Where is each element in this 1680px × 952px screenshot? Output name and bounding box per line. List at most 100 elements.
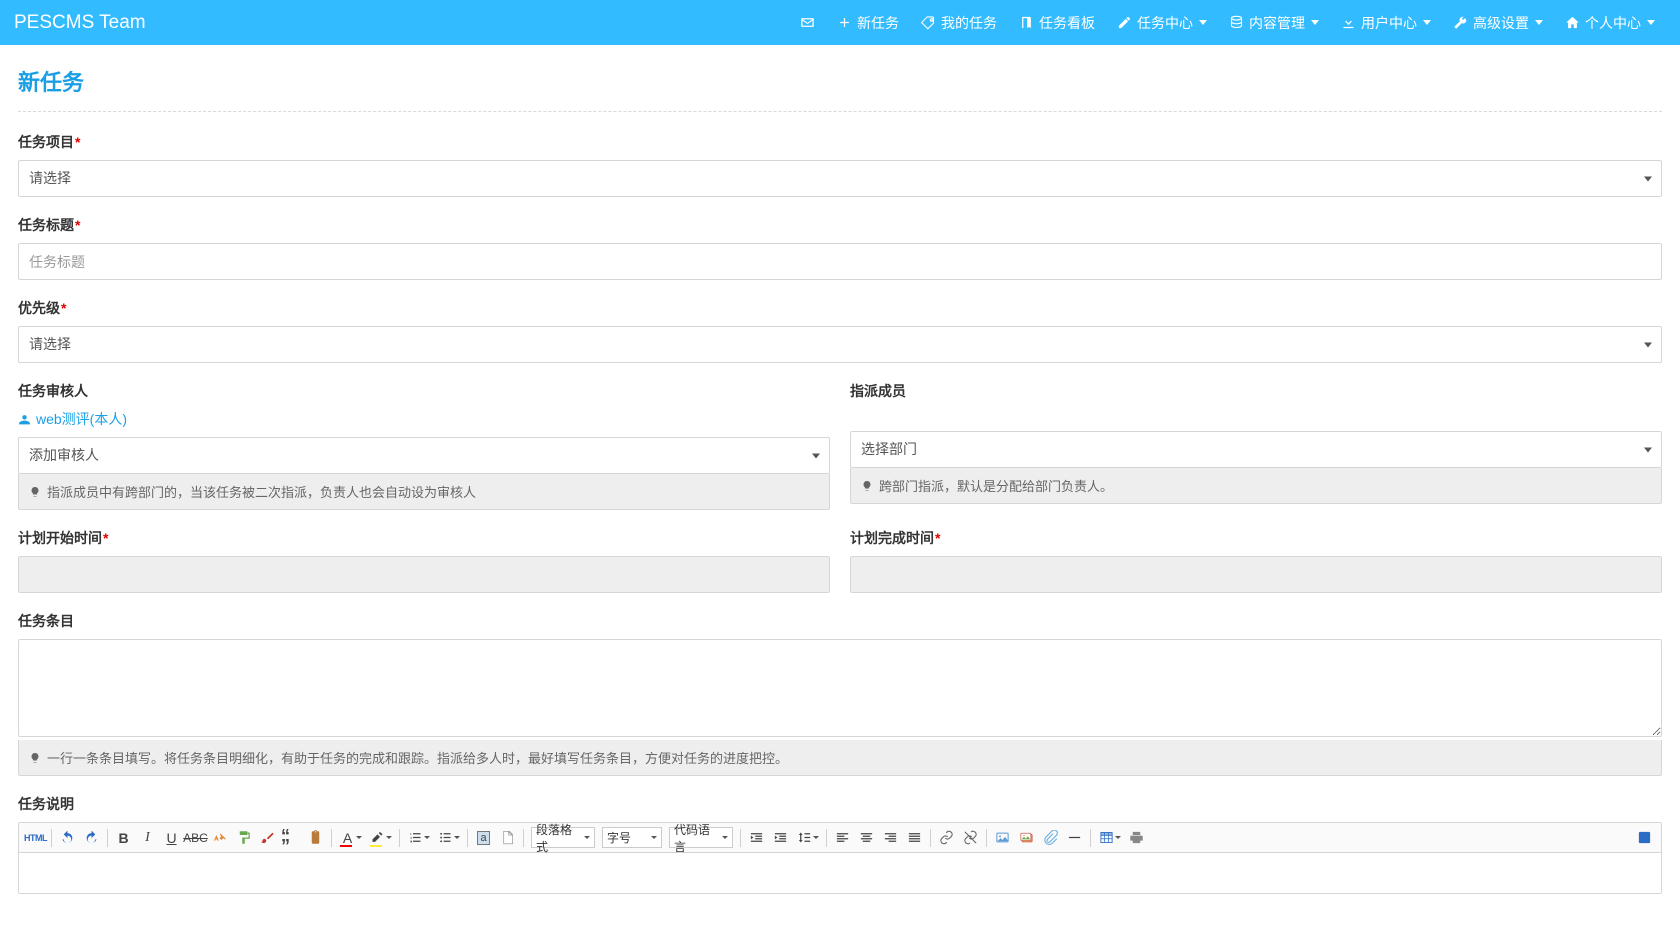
image-single-button[interactable] — [992, 827, 1013, 848]
bulb-icon — [29, 486, 41, 498]
nav-advanced-settings[interactable]: 高级设置 — [1442, 0, 1554, 45]
font-size-select[interactable]: 字号 — [602, 827, 662, 848]
format-painter-button[interactable] — [233, 827, 254, 848]
label-description: 任务说明 — [18, 794, 1662, 814]
items-hint: 一行一条条目填写。将任务条目明细化，有助于任务的完成和跟踪。指派给多人时，最好填… — [18, 740, 1662, 776]
align-left-button[interactable] — [832, 827, 853, 848]
bg-color-button[interactable] — [367, 827, 388, 848]
nav-label: 个人中心 — [1585, 13, 1641, 33]
label-items: 任务条目 — [18, 611, 1662, 631]
brush-button[interactable] — [257, 827, 278, 848]
nav-content-mgmt[interactable]: 内容管理 — [1218, 0, 1330, 45]
hint-text: 指派成员中有跨部门的，当该任务被二次指派，负责人也会自动设为审核人 — [47, 482, 476, 501]
chevron-down-icon — [1423, 20, 1431, 25]
brand: PESCMS Team — [14, 12, 146, 34]
nav-label: 用户中心 — [1361, 13, 1417, 33]
horizontal-rule-button[interactable] — [1064, 827, 1085, 848]
tags-icon — [921, 15, 936, 30]
reviewer-self-link[interactable]: web测评(本人) — [18, 409, 127, 429]
source-button[interactable]: HTML — [25, 827, 46, 848]
select-value: 段落格式 — [536, 821, 578, 855]
label-plan-end: 计划完成时间* — [850, 528, 1662, 548]
reviewer-link-text: web测评(本人) — [36, 409, 127, 429]
align-center-button[interactable] — [856, 827, 877, 848]
strikethrough-button[interactable]: ABC — [185, 827, 206, 848]
nav-label: 我的任务 — [941, 13, 997, 33]
toolbar-separator — [331, 829, 332, 847]
home-icon — [1565, 15, 1580, 30]
bold-button[interactable]: B — [113, 827, 134, 848]
link-button[interactable] — [936, 827, 957, 848]
required-asterisk: * — [103, 530, 108, 546]
fullscreen-button[interactable] — [1634, 827, 1655, 848]
label-text: 任务项目 — [18, 134, 74, 150]
toolbar-separator — [51, 829, 52, 847]
unordered-list-button[interactable] — [435, 827, 456, 848]
nav-user-center[interactable]: 用户中心 — [1330, 0, 1442, 45]
select-value: 请选择 — [29, 161, 1631, 196]
table-button[interactable] — [1096, 827, 1117, 848]
label-text: 计划开始时间 — [18, 530, 102, 546]
title-input[interactable] — [18, 243, 1662, 280]
select-value: 选择部门 — [861, 432, 1631, 467]
label-text: 任务说明 — [18, 796, 74, 812]
font-color-button[interactable]: A — [337, 827, 358, 848]
plan-start-input[interactable] — [18, 556, 830, 593]
indent-left-button[interactable] — [746, 827, 767, 848]
label-plan-start: 计划开始时间* — [18, 528, 830, 548]
wrench-icon — [1453, 15, 1468, 30]
nav-label: 任务看板 — [1039, 13, 1095, 33]
chevron-down-icon — [1647, 20, 1655, 25]
paste-button[interactable] — [305, 827, 326, 848]
plan-end-input[interactable] — [850, 556, 1662, 593]
project-select[interactable]: 请选择 — [18, 160, 1662, 197]
nav-task-board[interactable]: 任务看板 — [1008, 0, 1106, 45]
code-lang-select[interactable]: 代码语言 — [669, 827, 733, 848]
rich-editor: HTML B I U ABC “ ” A — [18, 822, 1662, 894]
label-text: 任务条目 — [18, 613, 74, 629]
priority-select[interactable]: 请选择 — [18, 326, 1662, 363]
nav-label: 内容管理 — [1249, 13, 1305, 33]
quote-button[interactable]: “ ” — [281, 827, 302, 848]
attachment-button[interactable] — [1040, 827, 1061, 848]
plus-icon — [837, 15, 852, 30]
editor-toolbar: HTML B I U ABC “ ” A — [19, 823, 1661, 853]
undo-button[interactable] — [57, 827, 78, 848]
line-height-button[interactable] — [794, 827, 815, 848]
align-right-button[interactable] — [880, 827, 901, 848]
select-all-button[interactable]: a — [473, 827, 494, 848]
dept-select[interactable]: 选择部门 — [850, 431, 1662, 468]
ordered-list-button[interactable] — [405, 827, 426, 848]
label-text: 计划完成时间 — [850, 530, 934, 546]
items-textarea[interactable] — [18, 639, 1662, 737]
italic-button[interactable]: I — [137, 827, 158, 848]
print-button[interactable] — [1126, 827, 1147, 848]
add-reviewer-select[interactable]: 添加审核人 — [18, 437, 830, 474]
nav-task-center[interactable]: 任务中心 — [1106, 0, 1218, 45]
image-multi-button[interactable] — [1016, 827, 1037, 848]
label-text: 指派成员 — [850, 383, 906, 399]
editor-body[interactable] — [19, 853, 1661, 893]
reviewer-hint: 指派成员中有跨部门的，当该任务被二次指派，负责人也会自动设为审核人 — [18, 474, 830, 510]
database-icon — [1229, 15, 1244, 30]
indent-right-button[interactable] — [770, 827, 791, 848]
remove-format-button[interactable] — [209, 827, 230, 848]
required-asterisk: * — [75, 217, 80, 233]
label-project: 任务项目* — [18, 132, 1662, 152]
paragraph-format-select[interactable]: 段落格式 — [531, 827, 595, 848]
underline-button[interactable]: U — [161, 827, 182, 848]
select-value: 请选择 — [29, 327, 1631, 362]
label-text: 优先级 — [18, 300, 60, 316]
nav-my-tasks[interactable]: 我的任务 — [910, 0, 1008, 45]
label-text: 任务审核人 — [18, 383, 88, 399]
unlink-button[interactable] — [960, 827, 981, 848]
redo-button[interactable] — [81, 827, 102, 848]
nav-new-task[interactable]: 新任务 — [826, 0, 910, 45]
required-asterisk: * — [935, 530, 940, 546]
nav-inbox[interactable] — [789, 0, 826, 45]
download-icon — [1341, 15, 1356, 30]
align-justify-button[interactable] — [904, 827, 925, 848]
clear-doc-button[interactable] — [497, 827, 518, 848]
top-nav: 新任务 我的任务 任务看板 任务中心 内容管理 用户中心 高级设置 — [789, 0, 1666, 45]
nav-personal-center[interactable]: 个人中心 — [1554, 0, 1666, 45]
